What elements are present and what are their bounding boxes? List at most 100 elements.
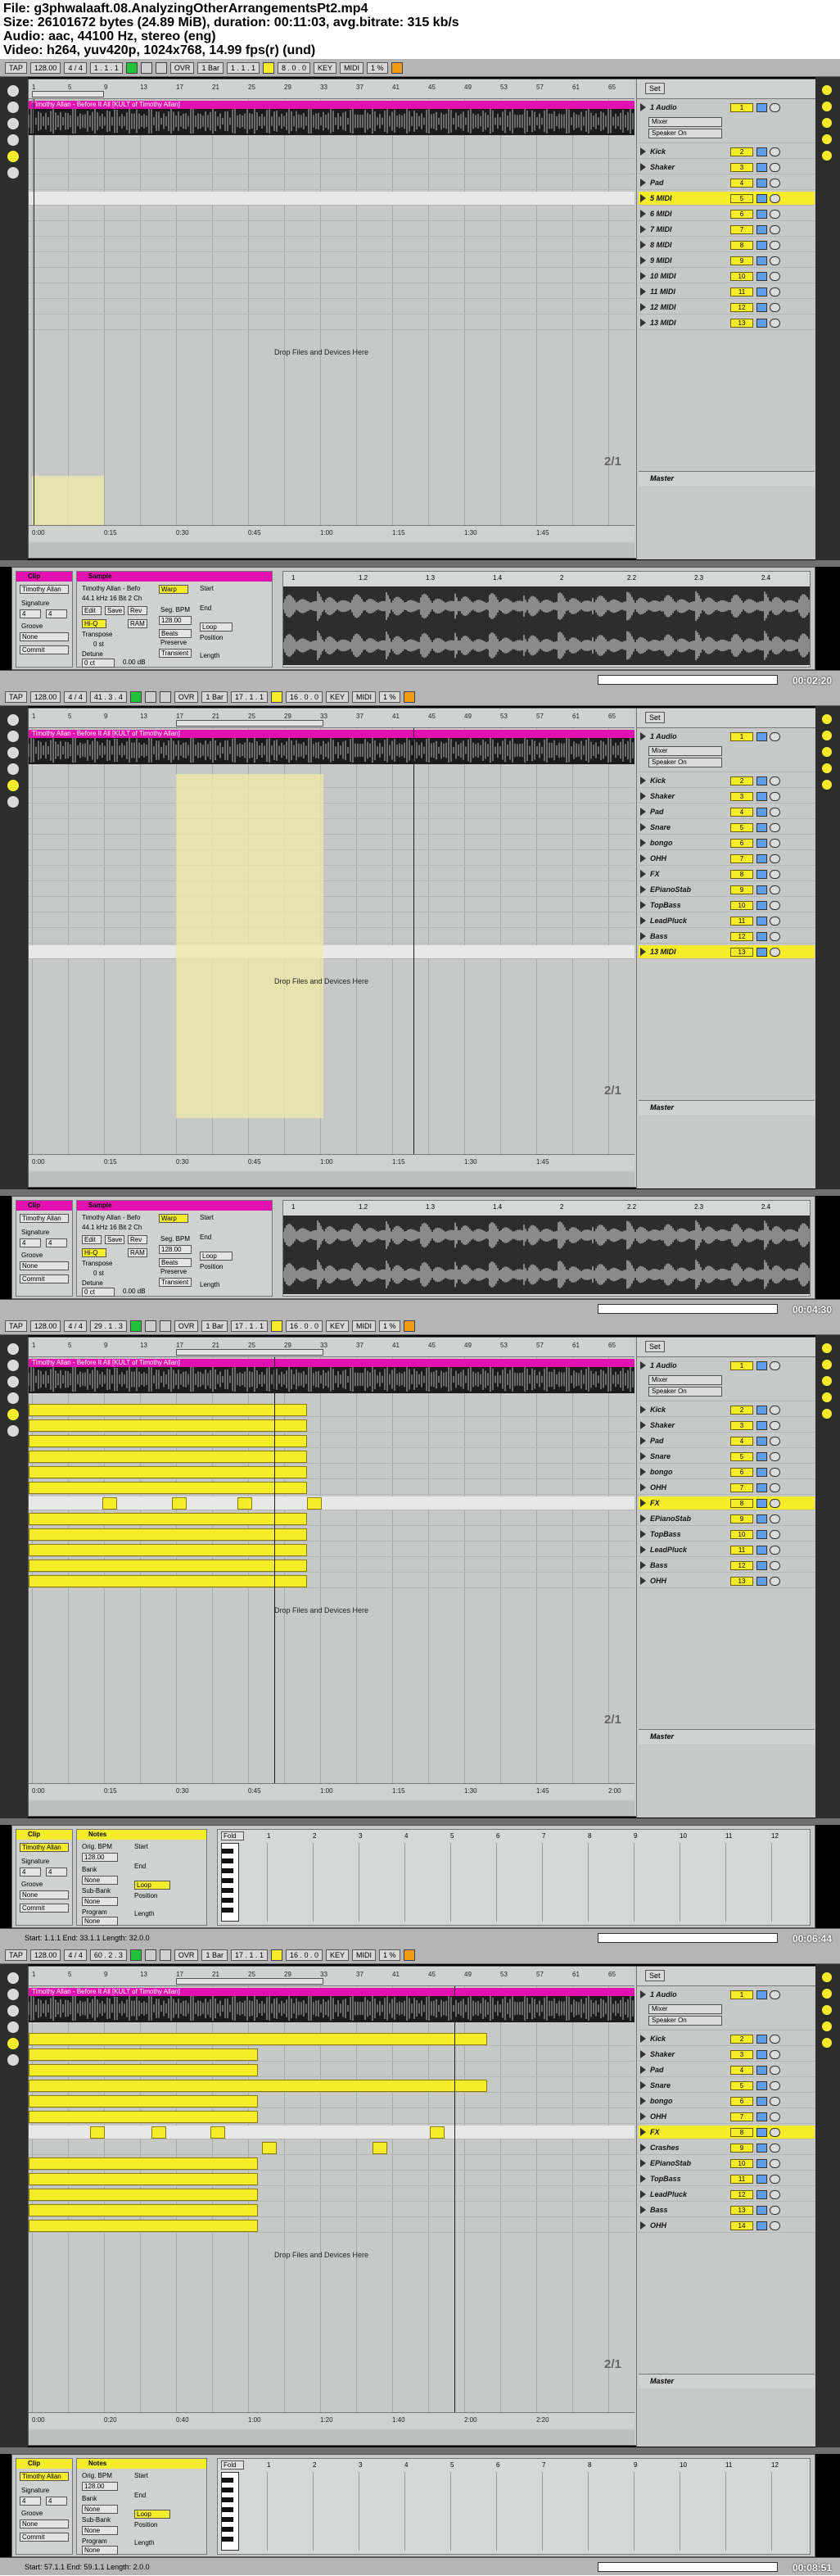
arm-button[interactable] [770, 2112, 780, 2121]
ram-button[interactable]: RAM [128, 1248, 147, 1257]
signature-numerator[interactable]: 4 [20, 1867, 41, 1877]
beat-ruler[interactable]: 1 5 9 13 17 21 25 29 33 37 41 45 49 53 57 61 65 [29, 79, 635, 99]
track-grid[interactable]: Timothy Allan - Before It All [KULT of T… [29, 99, 635, 525]
solo-button[interactable] [756, 948, 767, 957]
midi-clip[interactable] [29, 2173, 258, 2185]
midi-clip[interactable] [29, 1528, 307, 1541]
arm-button[interactable] [770, 1514, 780, 1523]
midi-track-lane[interactable] [29, 790, 635, 804]
save-button[interactable]: Save [105, 606, 124, 615]
track-header[interactable]: FX 8 [639, 2126, 815, 2139]
loop-start-field[interactable]: 17 . 1 . 1 [230, 690, 268, 703]
orig-bpm-field[interactable]: 128.00 [82, 2482, 118, 2491]
audio-clip-header[interactable]: Timothy Allan - Before It All [KULT of T… [29, 730, 635, 738]
browser-toggle-icon[interactable] [7, 780, 19, 791]
view-toggle-icon[interactable] [822, 151, 832, 161]
midi-track-lane[interactable] [29, 1512, 635, 1526]
track-header[interactable]: 5 MIDI 5 [639, 192, 815, 206]
arm-button[interactable] [770, 319, 780, 328]
horizontal-scrollbar[interactable] [29, 543, 635, 558]
solo-button[interactable] [756, 2112, 767, 2121]
track-header[interactable]: 10 MIDI 10 [639, 269, 815, 283]
position-display[interactable]: 29 . 1 . 3 [89, 1320, 127, 1332]
piano-keyboard[interactable] [221, 2472, 239, 2551]
hiq-button[interactable]: Hi-Q [82, 619, 106, 628]
track-fold-icon[interactable] [640, 823, 646, 831]
track-activator[interactable]: 3 [730, 792, 753, 801]
edit-button[interactable]: Edit [82, 1235, 102, 1244]
overdub-button[interactable]: OVR [174, 1320, 199, 1332]
solo-button[interactable] [756, 225, 767, 234]
loop-brace[interactable] [176, 1978, 323, 1985]
solo-button[interactable] [756, 2050, 767, 2059]
track-fold-icon[interactable] [640, 2175, 646, 2183]
browser-toggle-icon[interactable] [7, 731, 19, 742]
track-fold-icon[interactable] [640, 1406, 646, 1414]
arm-button[interactable] [770, 885, 780, 894]
arm-button[interactable] [770, 1530, 780, 1539]
solo-button[interactable] [756, 2035, 767, 2044]
midi-track-lane[interactable] [29, 1496, 635, 1510]
midi-track-lane[interactable] [29, 1559, 635, 1573]
arm-button[interactable] [770, 194, 780, 203]
track-activator[interactable]: 7 [730, 225, 753, 234]
solo-button[interactable] [756, 1577, 767, 1586]
track-fold-icon[interactable] [640, 241, 646, 249]
track-activator[interactable]: 8 [730, 241, 753, 250]
track-activator[interactable]: 10 [730, 272, 753, 281]
arm-button[interactable] [770, 303, 780, 312]
view-divider[interactable] [0, 1818, 840, 1825]
arm-button[interactable] [770, 2221, 780, 2230]
quantize-select[interactable]: 1 Bar [197, 61, 224, 74]
midi-map-button[interactable]: MIDI [352, 1320, 377, 1332]
solo-button[interactable] [756, 1514, 767, 1523]
track-activator[interactable]: 9 [730, 256, 753, 265]
tempo-field[interactable]: 128.00 [29, 1949, 61, 1961]
midi-clip[interactable] [29, 2189, 258, 2201]
key-map-button[interactable]: KEY [326, 1320, 350, 1332]
beat-ruler[interactable]: 1 5 9 13 17 21 25 29 33 37 41 45 49 53 57 61 65 [29, 709, 635, 728]
browser-toggle-icon[interactable] [7, 714, 19, 726]
commit-button[interactable]: Commit [20, 2533, 69, 2542]
arm-button[interactable] [770, 917, 780, 926]
midi-map-button[interactable]: MIDI [340, 61, 364, 74]
track-fold-icon[interactable] [640, 2190, 646, 2198]
arm-button[interactable] [770, 732, 780, 741]
solo-button[interactable] [756, 2221, 767, 2230]
track-activator[interactable]: 1 [730, 1990, 753, 1999]
track-activator[interactable]: 3 [730, 2050, 753, 2059]
arm-button[interactable] [770, 179, 780, 188]
view-toggle-icon[interactable] [822, 1360, 832, 1369]
solo-button[interactable] [756, 194, 767, 203]
arm-button[interactable] [770, 808, 780, 817]
midi-clip[interactable] [29, 2080, 487, 2092]
midi-clip[interactable] [172, 1497, 187, 1510]
view-toggle-icon[interactable] [822, 2021, 832, 2031]
midi-track-lane[interactable] [29, 192, 635, 206]
track-activator[interactable]: 2 [730, 1406, 753, 1415]
track-header[interactable]: Kick 2 [639, 2032, 815, 2046]
bank-select[interactable]: None [82, 2505, 118, 2514]
view-toggle-icon[interactable] [822, 2005, 832, 2015]
track-header[interactable]: 7 MIDI 7 [639, 223, 815, 237]
track-header[interactable]: Kick 2 [639, 145, 815, 159]
arm-button[interactable] [770, 932, 780, 941]
solo-button[interactable] [756, 179, 767, 188]
solo-button[interactable] [756, 792, 767, 801]
sample-display[interactable]: 1 1.2 1.3 1.4 2 2.2 2.3 2.4 [282, 1200, 811, 1297]
track-fold-icon[interactable] [640, 303, 646, 311]
tap-button[interactable]: TAP [5, 1320, 27, 1332]
track-fold-icon[interactable] [640, 932, 646, 940]
signature-denominator[interactable]: 4 [46, 1867, 67, 1877]
input-type-select[interactable]: Mixer [648, 1375, 722, 1385]
midi-track-lane[interactable] [29, 1465, 635, 1479]
solo-button[interactable] [756, 147, 767, 156]
solo-button[interactable] [756, 870, 767, 879]
midi-clip[interactable] [29, 2064, 258, 2076]
solo-button[interactable] [756, 1561, 767, 1570]
track-header[interactable]: OHH 7 [639, 2110, 815, 2124]
clip-name-field[interactable]: Timothy Allan [20, 2472, 69, 2481]
preserve-select[interactable]: Transient [159, 649, 192, 658]
quantize-select[interactable]: 1 Bar [201, 1949, 228, 1961]
track-header[interactable]: 6 MIDI 6 [639, 207, 815, 221]
